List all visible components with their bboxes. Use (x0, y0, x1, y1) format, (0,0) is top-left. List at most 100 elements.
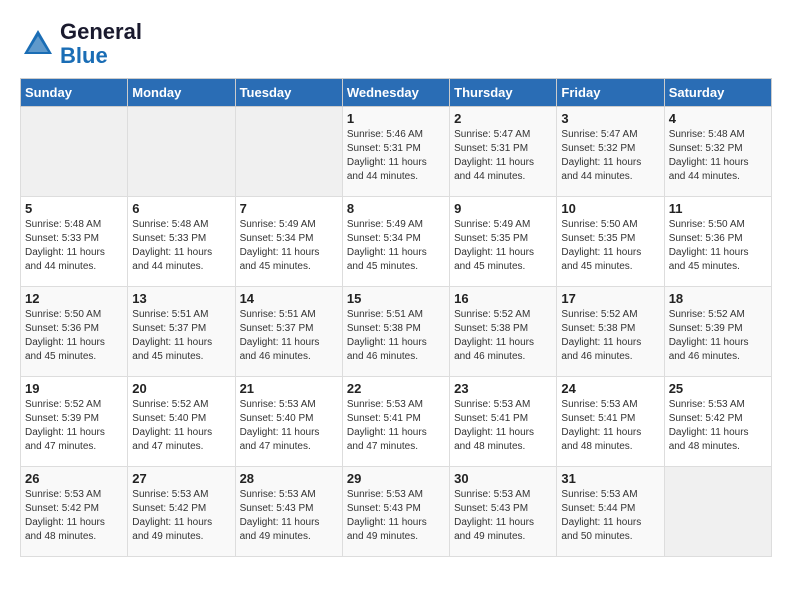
day-cell: 6 Sunrise: 5:48 AM Sunset: 5:33 PM Daylig… (128, 197, 235, 287)
day-number: 9 (454, 201, 552, 216)
day-cell: 27 Sunrise: 5:53 AM Sunset: 5:42 PM Dayli… (128, 467, 235, 557)
day-cell (21, 107, 128, 197)
day-info: Sunrise: 5:52 AM Sunset: 5:40 PM Dayligh… (132, 398, 230, 454)
day-cell: 7 Sunrise: 5:49 AM Sunset: 5:34 PM Daylig… (235, 197, 342, 287)
week-row-2: 5 Sunrise: 5:48 AM Sunset: 5:33 PM Daylig… (21, 197, 772, 287)
day-info: Sunrise: 5:52 AM Sunset: 5:38 PM Dayligh… (561, 308, 659, 364)
day-number: 25 (669, 381, 767, 396)
header-cell-monday: Monday (128, 79, 235, 107)
day-info: Sunrise: 5:50 AM Sunset: 5:35 PM Dayligh… (561, 218, 659, 274)
day-number: 17 (561, 291, 659, 306)
day-cell: 20 Sunrise: 5:52 AM Sunset: 5:40 PM Dayli… (128, 377, 235, 467)
day-cell: 3 Sunrise: 5:47 AM Sunset: 5:32 PM Daylig… (557, 107, 664, 197)
day-cell: 29Sunrise: 5:53 AM Sunset: 5:43 PM Dayli… (342, 467, 449, 557)
day-cell: 24Sunrise: 5:53 AM Sunset: 5:41 PM Dayli… (557, 377, 664, 467)
day-cell: 11Sunrise: 5:50 AM Sunset: 5:36 PM Dayli… (664, 197, 771, 287)
day-info: Sunrise: 5:53 AM Sunset: 5:42 PM Dayligh… (25, 488, 123, 544)
day-number: 14 (240, 291, 338, 306)
day-info: Sunrise: 5:49 AM Sunset: 5:35 PM Dayligh… (454, 218, 552, 274)
day-info: Sunrise: 5:52 AM Sunset: 5:39 PM Dayligh… (669, 308, 767, 364)
day-info: Sunrise: 5:53 AM Sunset: 5:41 PM Dayligh… (347, 398, 445, 454)
day-number: 5 (25, 201, 123, 216)
day-info: Sunrise: 5:49 AM Sunset: 5:34 PM Dayligh… (347, 218, 445, 274)
week-row-4: 19 Sunrise: 5:52 AM Sunset: 5:39 PM Dayli… (21, 377, 772, 467)
week-row-1: 1 Sunrise: 5:46 AM Sunset: 5:31 PM Daylig… (21, 107, 772, 197)
day-number: 12 (25, 291, 123, 306)
day-info: Sunrise: 5:48 AM Sunset: 5:33 PM Dayligh… (132, 218, 230, 274)
day-cell: 10 Sunrise: 5:50 AM Sunset: 5:35 PM Dayli… (557, 197, 664, 287)
header-cell-tuesday: Tuesday (235, 79, 342, 107)
day-number: 27 (132, 471, 230, 486)
day-cell: 8 Sunrise: 5:49 AM Sunset: 5:34 PM Daylig… (342, 197, 449, 287)
day-cell: 23 Sunrise: 5:53 AM Sunset: 5:41 PM Dayli… (450, 377, 557, 467)
day-number: 8 (347, 201, 445, 216)
logo-text: General Blue (60, 20, 142, 68)
header-cell-friday: Friday (557, 79, 664, 107)
day-cell (664, 467, 771, 557)
day-info: Sunrise: 5:52 AM Sunset: 5:38 PM Dayligh… (454, 308, 552, 364)
day-info: Sunrise: 5:53 AM Sunset: 5:41 PM Dayligh… (454, 398, 552, 454)
day-number: 10 (561, 201, 659, 216)
day-number: 18 (669, 291, 767, 306)
day-info: Sunrise: 5:53 AM Sunset: 5:44 PM Dayligh… (561, 488, 659, 544)
day-info: Sunrise: 5:52 AM Sunset: 5:39 PM Dayligh… (25, 398, 123, 454)
day-number: 23 (454, 381, 552, 396)
day-number: 20 (132, 381, 230, 396)
day-number: 21 (240, 381, 338, 396)
day-cell: 5Sunrise: 5:48 AM Sunset: 5:33 PM Daylig… (21, 197, 128, 287)
day-number: 7 (240, 201, 338, 216)
day-info: Sunrise: 5:48 AM Sunset: 5:32 PM Dayligh… (669, 128, 767, 184)
day-number: 29 (347, 471, 445, 486)
header-row: SundayMondayTuesdayWednesdayThursdayFrid… (21, 79, 772, 107)
day-number: 26 (25, 471, 123, 486)
week-row-3: 12 Sunrise: 5:50 AM Sunset: 5:36 PM Dayli… (21, 287, 772, 377)
day-number: 4 (669, 111, 767, 126)
day-cell: 21 Sunrise: 5:53 AM Sunset: 5:40 PM Dayli… (235, 377, 342, 467)
day-number: 13 (132, 291, 230, 306)
header: General Blue (20, 20, 772, 68)
day-cell (235, 107, 342, 197)
day-info: Sunrise: 5:46 AM Sunset: 5:31 PM Dayligh… (347, 128, 445, 184)
calendar-table: SundayMondayTuesdayWednesdayThursdayFrid… (20, 78, 772, 557)
day-cell: 17 Sunrise: 5:52 AM Sunset: 5:38 PM Dayli… (557, 287, 664, 377)
day-number: 19 (25, 381, 123, 396)
day-number: 16 (454, 291, 552, 306)
day-number: 28 (240, 471, 338, 486)
day-number: 2 (454, 111, 552, 126)
day-cell (128, 107, 235, 197)
logo: General Blue (20, 20, 142, 68)
day-number: 11 (669, 201, 767, 216)
day-info: Sunrise: 5:53 AM Sunset: 5:42 PM Dayligh… (669, 398, 767, 454)
day-cell: 30Sunrise: 5:53 AM Sunset: 5:43 PM Dayli… (450, 467, 557, 557)
day-info: Sunrise: 5:53 AM Sunset: 5:42 PM Dayligh… (132, 488, 230, 544)
day-cell: 13Sunrise: 5:51 AM Sunset: 5:37 PM Dayli… (128, 287, 235, 377)
day-info: Sunrise: 5:53 AM Sunset: 5:41 PM Dayligh… (561, 398, 659, 454)
week-row-5: 26 Sunrise: 5:53 AM Sunset: 5:42 PM Dayli… (21, 467, 772, 557)
header-cell-wednesday: Wednesday (342, 79, 449, 107)
day-cell: 18 Sunrise: 5:52 AM Sunset: 5:39 PM Dayli… (664, 287, 771, 377)
day-cell: 12 Sunrise: 5:50 AM Sunset: 5:36 PM Dayli… (21, 287, 128, 377)
day-number: 6 (132, 201, 230, 216)
day-cell: 22 Sunrise: 5:53 AM Sunset: 5:41 PM Dayli… (342, 377, 449, 467)
day-info: Sunrise: 5:47 AM Sunset: 5:32 PM Dayligh… (561, 128, 659, 184)
day-info: Sunrise: 5:53 AM Sunset: 5:40 PM Dayligh… (240, 398, 338, 454)
day-info: Sunrise: 5:47 AM Sunset: 5:31 PM Dayligh… (454, 128, 552, 184)
day-info: Sunrise: 5:49 AM Sunset: 5:34 PM Dayligh… (240, 218, 338, 274)
day-number: 22 (347, 381, 445, 396)
day-cell: 1 Sunrise: 5:46 AM Sunset: 5:31 PM Daylig… (342, 107, 449, 197)
day-info: Sunrise: 5:50 AM Sunset: 5:36 PM Dayligh… (25, 308, 123, 364)
day-cell: 9 Sunrise: 5:49 AM Sunset: 5:35 PM Daylig… (450, 197, 557, 287)
day-cell: 31 Sunrise: 5:53 AM Sunset: 5:44 PM Dayli… (557, 467, 664, 557)
day-info: Sunrise: 5:53 AM Sunset: 5:43 PM Dayligh… (454, 488, 552, 544)
day-cell: 26 Sunrise: 5:53 AM Sunset: 5:42 PM Dayli… (21, 467, 128, 557)
day-cell: 19 Sunrise: 5:52 AM Sunset: 5:39 PM Dayli… (21, 377, 128, 467)
day-number: 15 (347, 291, 445, 306)
header-cell-thursday: Thursday (450, 79, 557, 107)
day-cell: 15Sunrise: 5:51 AM Sunset: 5:38 PM Dayli… (342, 287, 449, 377)
day-number: 31 (561, 471, 659, 486)
day-number: 3 (561, 111, 659, 126)
day-cell: 4 Sunrise: 5:48 AM Sunset: 5:32 PM Daylig… (664, 107, 771, 197)
day-cell: 2 Sunrise: 5:47 AM Sunset: 5:31 PM Daylig… (450, 107, 557, 197)
header-cell-sunday: Sunday (21, 79, 128, 107)
day-number: 1 (347, 111, 445, 126)
